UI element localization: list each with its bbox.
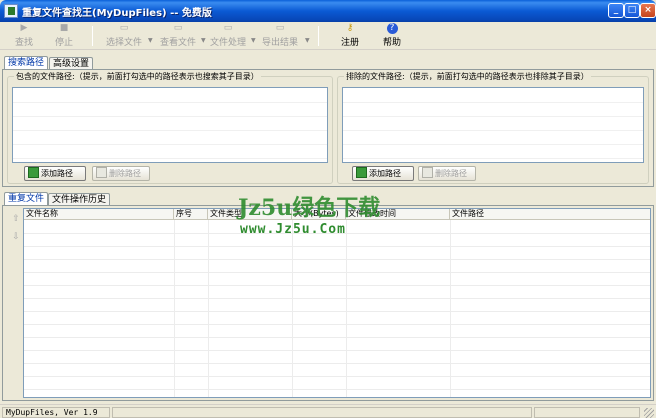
watermark-logo: Jz5u绿色下载	[238, 195, 381, 221]
title-bar: 重复文件查找王(MyDupFiles) -- 免费版 _ □ ×	[0, 0, 656, 22]
resize-grip-icon[interactable]	[644, 408, 654, 418]
chevron-down-icon[interactable]: ▼	[305, 37, 310, 44]
exclude-path-group: 排除的文件路径:（提示，前面打勾选中的路径表示也排除其子目录） 添加路径 删除路…	[337, 71, 649, 184]
column-header-file-name[interactable]: 文件名称	[24, 209, 174, 220]
column-header-file-path[interactable]: 文件路径	[450, 209, 650, 220]
column-header-index[interactable]: 序号	[174, 209, 208, 220]
status-bar: MyDupFiles, Ver 1.9	[0, 404, 656, 418]
exclude-path-list[interactable]	[342, 87, 644, 163]
export-result-button[interactable]: ▭ 导出结果	[258, 23, 302, 49]
window-title: 重复文件查找王(MyDupFiles) -- 免费版	[22, 8, 212, 19]
key-icon: ⚷	[346, 23, 354, 33]
toolbar-separator	[318, 26, 319, 46]
chevron-down-icon[interactable]: ▼	[148, 37, 153, 44]
tab-search-path[interactable]: 搜索路径	[4, 56, 49, 70]
help-icon: ?	[386, 23, 398, 34]
search-path-panel: 包含的文件路径:（提示，前面打勾选中的路径表示也搜索其子目录） 添加路径 删除路…	[2, 69, 654, 187]
version-status: MyDupFiles, Ver 1.9	[2, 407, 110, 418]
exclude-add-path-button[interactable]: 添加路径	[352, 166, 414, 181]
find-button[interactable]: ▶ 查找	[10, 23, 38, 49]
play-icon: ▶	[20, 23, 28, 33]
minimize-button[interactable]: _	[608, 3, 624, 18]
status-panel-right	[534, 407, 640, 418]
register-button[interactable]: ⚷ 注册	[336, 23, 364, 49]
add-folder-icon	[28, 167, 39, 178]
include-path-list[interactable]	[12, 87, 328, 163]
app-icon	[4, 4, 18, 18]
export-icon: ▭	[275, 23, 285, 33]
move-down-icon[interactable]: ⇩	[11, 232, 21, 242]
delete-folder-icon	[96, 167, 107, 178]
file-process-button[interactable]: ▭ 文件处理	[208, 23, 248, 49]
status-panel	[112, 407, 532, 418]
toolbar: ▶ 查找 ■ 停止 ▭ 选择文件 ▼ ▭ 查看文件 ▼ ▭ 文件处理 ▼ ▭ 导…	[0, 22, 656, 50]
maximize-button[interactable]: □	[624, 3, 640, 18]
include-delete-path-button[interactable]: 删除路径	[92, 166, 150, 181]
document-icon: ▭	[119, 23, 129, 33]
delete-folder-icon	[422, 167, 433, 178]
add-folder-icon	[356, 167, 367, 178]
include-add-path-button[interactable]: 添加路径	[24, 166, 86, 181]
select-file-button[interactable]: ▭ 选择文件	[104, 23, 144, 49]
view-file-button[interactable]: ▭ 查看文件	[158, 23, 198, 49]
move-up-icon[interactable]: ⇧	[11, 214, 21, 224]
tab-duplicate-files[interactable]: 重复文件	[4, 192, 49, 206]
stop-icon: ■	[59, 23, 69, 33]
include-path-group: 包含的文件路径:（提示，前面打勾选中的路径表示也搜索其子目录） 添加路径 删除路…	[7, 71, 333, 184]
exclude-path-title: 排除的文件路径:（提示，前面打勾选中的路径表示也排除其子目录）	[344, 71, 591, 82]
chevron-down-icon[interactable]: ▼	[201, 37, 206, 44]
stop-button[interactable]: ■ 停止	[50, 23, 78, 49]
chevron-down-icon[interactable]: ▼	[251, 37, 256, 44]
watermark-url: www.Jz5u.Com	[240, 222, 346, 237]
file-process-icon: ▭	[223, 23, 233, 33]
exclude-delete-path-button[interactable]: 删除路径	[418, 166, 476, 181]
close-button[interactable]: ×	[640, 3, 656, 18]
view-icon: ▭	[173, 23, 183, 33]
toolbar-separator	[92, 26, 93, 46]
help-button[interactable]: ? 帮助	[378, 23, 406, 49]
include-path-title: 包含的文件路径:（提示，前面打勾选中的路径表示也搜索其子目录）	[14, 71, 261, 82]
